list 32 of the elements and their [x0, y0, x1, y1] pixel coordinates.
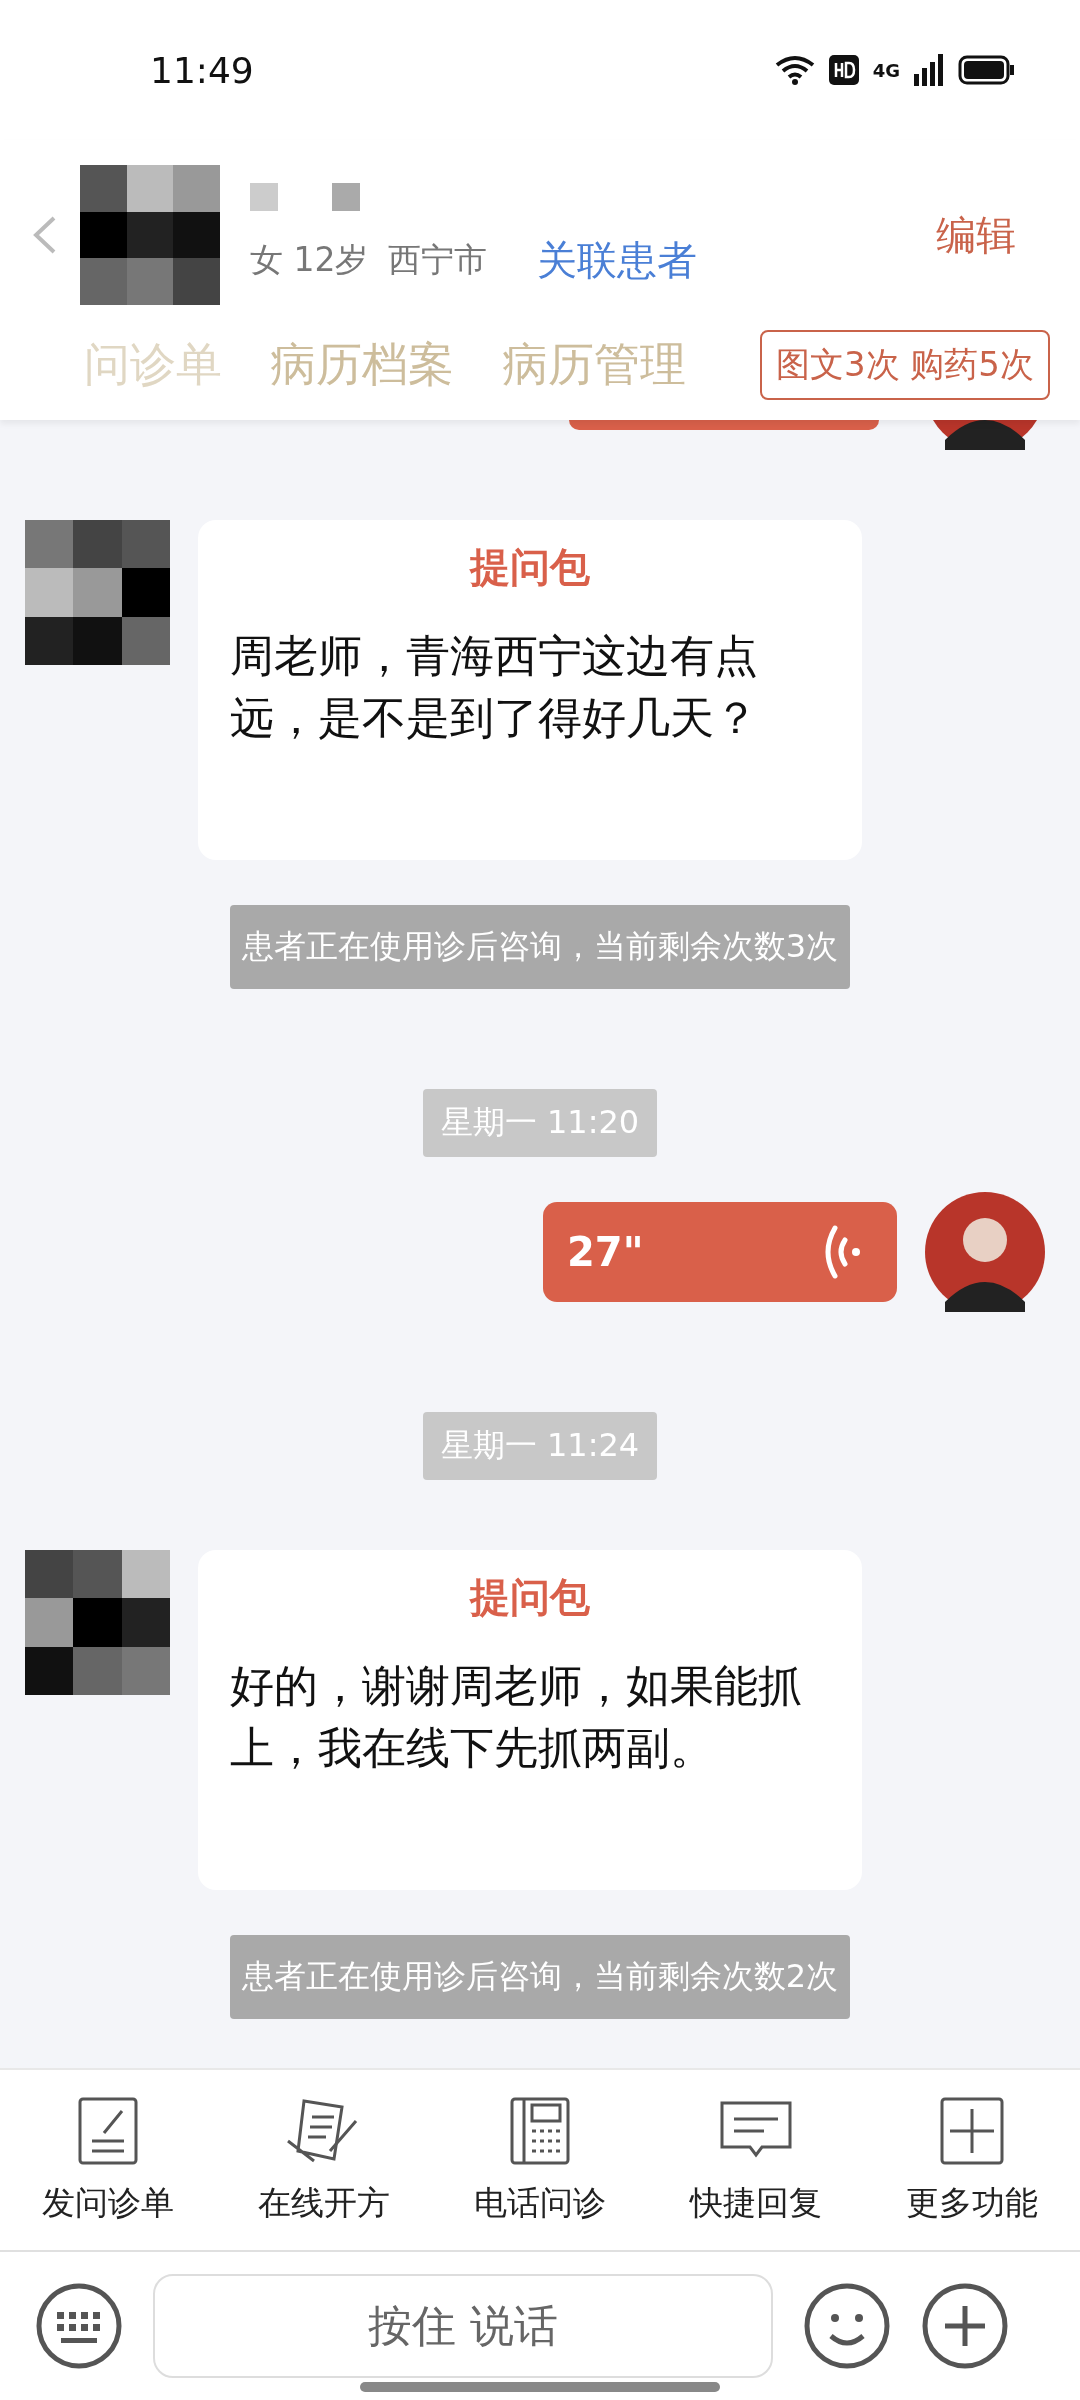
toolbar-button[interactable]: 在线开方 — [258, 2094, 390, 2226]
avatar-icon — [25, 520, 170, 665]
add-icon[interactable] — [921, 2282, 1009, 2370]
emoji-icon[interactable] — [803, 2282, 891, 2370]
toolbar-button[interactable]: 快捷回复 — [690, 2094, 822, 2226]
card-title: 提问包 — [470, 543, 590, 592]
signal-icon — [914, 54, 944, 86]
avatar-icon — [80, 165, 220, 305]
message-text: 周老师，青海西宁这边有点远，是不是到了得好几天？ — [230, 629, 759, 746]
battery-icon — [958, 55, 1014, 85]
quota-badge: 图文3次 购药5次 — [759, 330, 1050, 400]
system-notice: 患者正在使用诊后咨询，当前剩余次数2次 — [229, 1935, 851, 2019]
avatar-icon — [925, 1192, 1045, 1312]
link-patient-link[interactable]: 关联患者 — [537, 232, 698, 288]
card-title: 提问包 — [470, 1573, 590, 1622]
toolbar-button[interactable]: 发问诊单 — [42, 2094, 174, 2226]
keyboard-icon[interactable] — [35, 2282, 123, 2370]
patient-gender-age: 女 12岁 — [250, 238, 369, 281]
system-notice: 患者正在使用诊后咨询，当前剩余次数3次 — [229, 905, 851, 989]
avatar-icon — [25, 1550, 170, 1695]
toolbar-button[interactable]: 更多功能 — [906, 2094, 1038, 2226]
wifi-icon — [774, 55, 815, 85]
network-type: 4G — [872, 59, 900, 81]
message-text: 好的，谢谢周老师，如果能抓上，我在线下先抓两副。 — [230, 1659, 803, 1776]
patient-city: 西宁市 — [388, 238, 488, 281]
edit-button[interactable]: 编辑 — [936, 207, 1016, 263]
toolbar-button[interactable]: 电话问诊 — [474, 2094, 606, 2226]
hold-to-talk-button[interactable]: 按住 说话 — [153, 2274, 773, 2378]
hd-icon — [828, 55, 859, 85]
voice-message[interactable]: 27" — [543, 1202, 897, 1302]
patient-name-icon — [250, 182, 360, 211]
status-time: 11:49 — [150, 49, 254, 91]
